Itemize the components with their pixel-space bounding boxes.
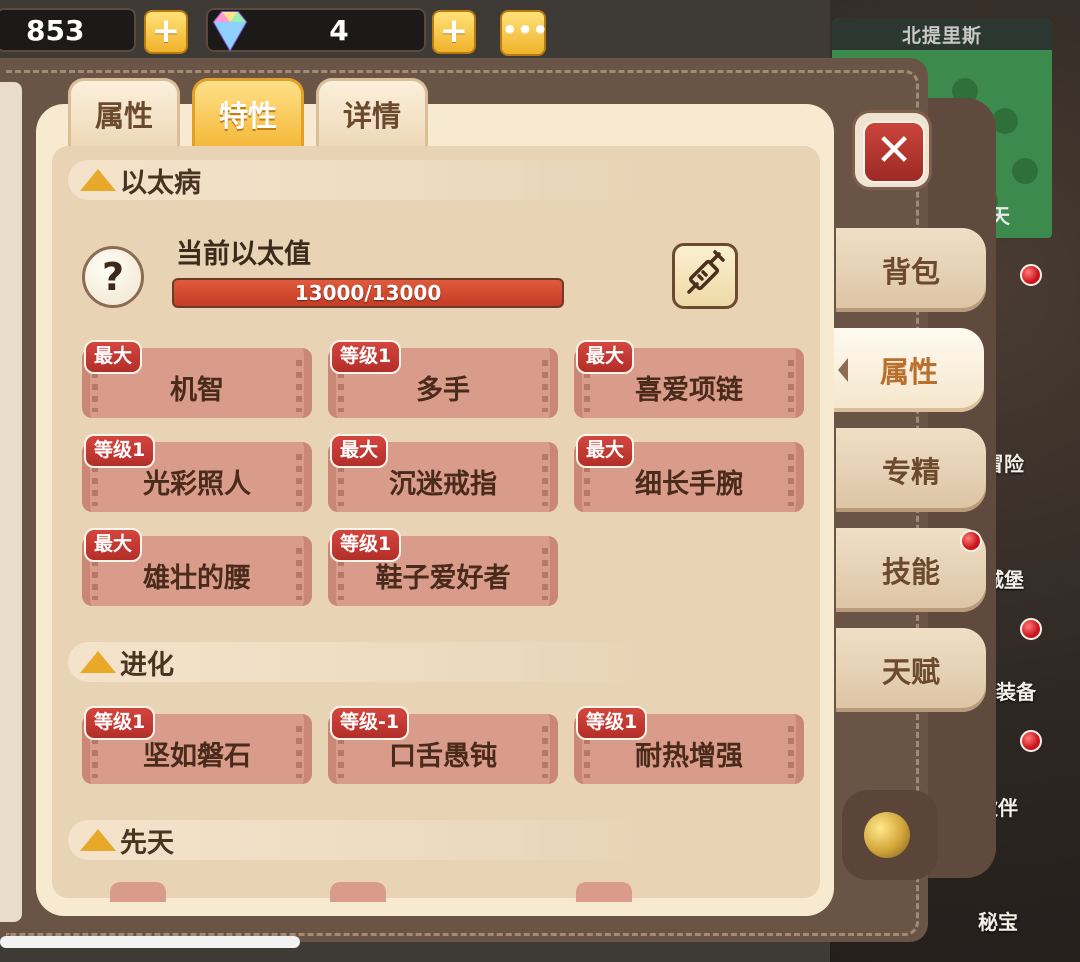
notification-dot <box>1020 730 1042 752</box>
side-tab-label: 背包 <box>881 255 940 289</box>
add-gold-button[interactable]: + <box>144 10 188 54</box>
trait-name: 光彩照人 <box>143 469 251 500</box>
tab-traits[interactable]: 特性 <box>192 78 304 146</box>
gold-orb-icon <box>864 812 910 858</box>
section-header-evolution: 进化 <box>68 642 648 682</box>
side-tab-backpack[interactable]: 背包 <box>836 228 986 312</box>
trait-card[interactable]: 等级1 坚如磐石 <box>82 706 312 784</box>
trait-card[interactable]: 最大 细长手腕 <box>574 434 804 512</box>
trait-card-partial[interactable] <box>330 882 386 902</box>
nav-treasure[interactable]: 秘宝 <box>978 906 1018 935</box>
minimap-title: 北提里斯 <box>832 18 1052 50</box>
gold-counter: 853 <box>0 8 136 52</box>
section-title: 以太病 <box>120 167 201 199</box>
trait-card[interactable]: 等级1 耐热增强 <box>574 706 804 784</box>
ether-label: 当前以太值 <box>176 239 311 270</box>
ether-value: 13000/13000 <box>294 281 442 305</box>
tab-attributes[interactable]: 属性 <box>68 78 180 146</box>
trait-card[interactable]: 等级-1 口舌愚钝 <box>328 706 558 784</box>
help-button[interactable]: ? <box>82 246 144 308</box>
gem-value: 4 <box>329 13 349 47</box>
side-tab-talents[interactable]: 天赋 <box>836 628 986 712</box>
trait-card[interactable]: 等级1 光彩照人 <box>82 434 312 512</box>
left-page-edge <box>0 82 22 922</box>
trait-card-partial[interactable] <box>110 882 166 902</box>
side-tab-attributes[interactable]: 属性 <box>834 328 984 412</box>
triangle-icon <box>80 829 116 851</box>
arrow-left-icon <box>838 358 848 382</box>
trait-name: 雄壮的腰 <box>143 563 251 594</box>
section-header-innate: 先天 <box>68 820 648 860</box>
syringe-icon <box>687 250 725 294</box>
diamond-icon <box>212 11 248 53</box>
side-tab-specialization[interactable]: 专精 <box>836 428 986 512</box>
tab-details[interactable]: 详情 <box>316 78 428 146</box>
side-tab-label: 专精 <box>881 455 940 489</box>
trait-card[interactable]: 等级1 鞋子爱好者 <box>328 528 558 606</box>
section-header-ether-disease: 以太病 <box>68 160 648 200</box>
trait-card[interactable]: 最大 喜爱项链 <box>574 340 804 418</box>
triangle-icon <box>80 169 116 191</box>
skills-notification-dot <box>960 530 982 552</box>
trait-name: 机智 <box>170 375 224 406</box>
trait-card[interactable]: 等级1 多手 <box>328 340 558 418</box>
home-indicator <box>0 936 300 948</box>
add-gem-button[interactable]: + <box>432 10 476 54</box>
more-button[interactable]: ••• <box>500 10 548 56</box>
notification-dot <box>1020 264 1042 286</box>
gold-value: 853 <box>26 13 85 47</box>
trait-name: 口舌愚钝 <box>389 741 497 772</box>
notification-dot <box>1020 618 1042 640</box>
close-button-frame: ✕ <box>852 110 932 190</box>
side-tab-label: 技能 <box>881 555 940 589</box>
close-button[interactable]: ✕ <box>863 121 925 183</box>
trait-name: 坚如磐石 <box>143 741 251 772</box>
trait-name: 细长手腕 <box>635 469 743 500</box>
side-tab-label: 天赋 <box>881 655 940 689</box>
syringe-button[interactable] <box>672 243 738 309</box>
trait-card[interactable]: 最大 沉迷戒指 <box>328 434 558 512</box>
triangle-icon <box>80 651 116 673</box>
trait-card-partial[interactable] <box>576 882 632 902</box>
trait-name: 多手 <box>416 375 470 406</box>
trait-name: 耐热增强 <box>635 741 743 772</box>
section-title: 进化 <box>120 649 174 681</box>
section-title: 先天 <box>120 827 174 859</box>
trait-name: 鞋子爱好者 <box>375 563 511 594</box>
strap-knob <box>842 790 938 880</box>
trait-card[interactable]: 最大 机智 <box>82 340 312 418</box>
trait-name: 沉迷戒指 <box>389 469 497 500</box>
nav-equipment[interactable]: 装备 <box>996 676 1036 705</box>
side-tab-label: 属性 <box>879 355 938 389</box>
trait-card[interactable]: 最大 雄壮的腰 <box>82 528 312 606</box>
ether-progress-bar: 13000/13000 <box>172 278 564 308</box>
trait-name: 喜爱项链 <box>635 375 743 406</box>
